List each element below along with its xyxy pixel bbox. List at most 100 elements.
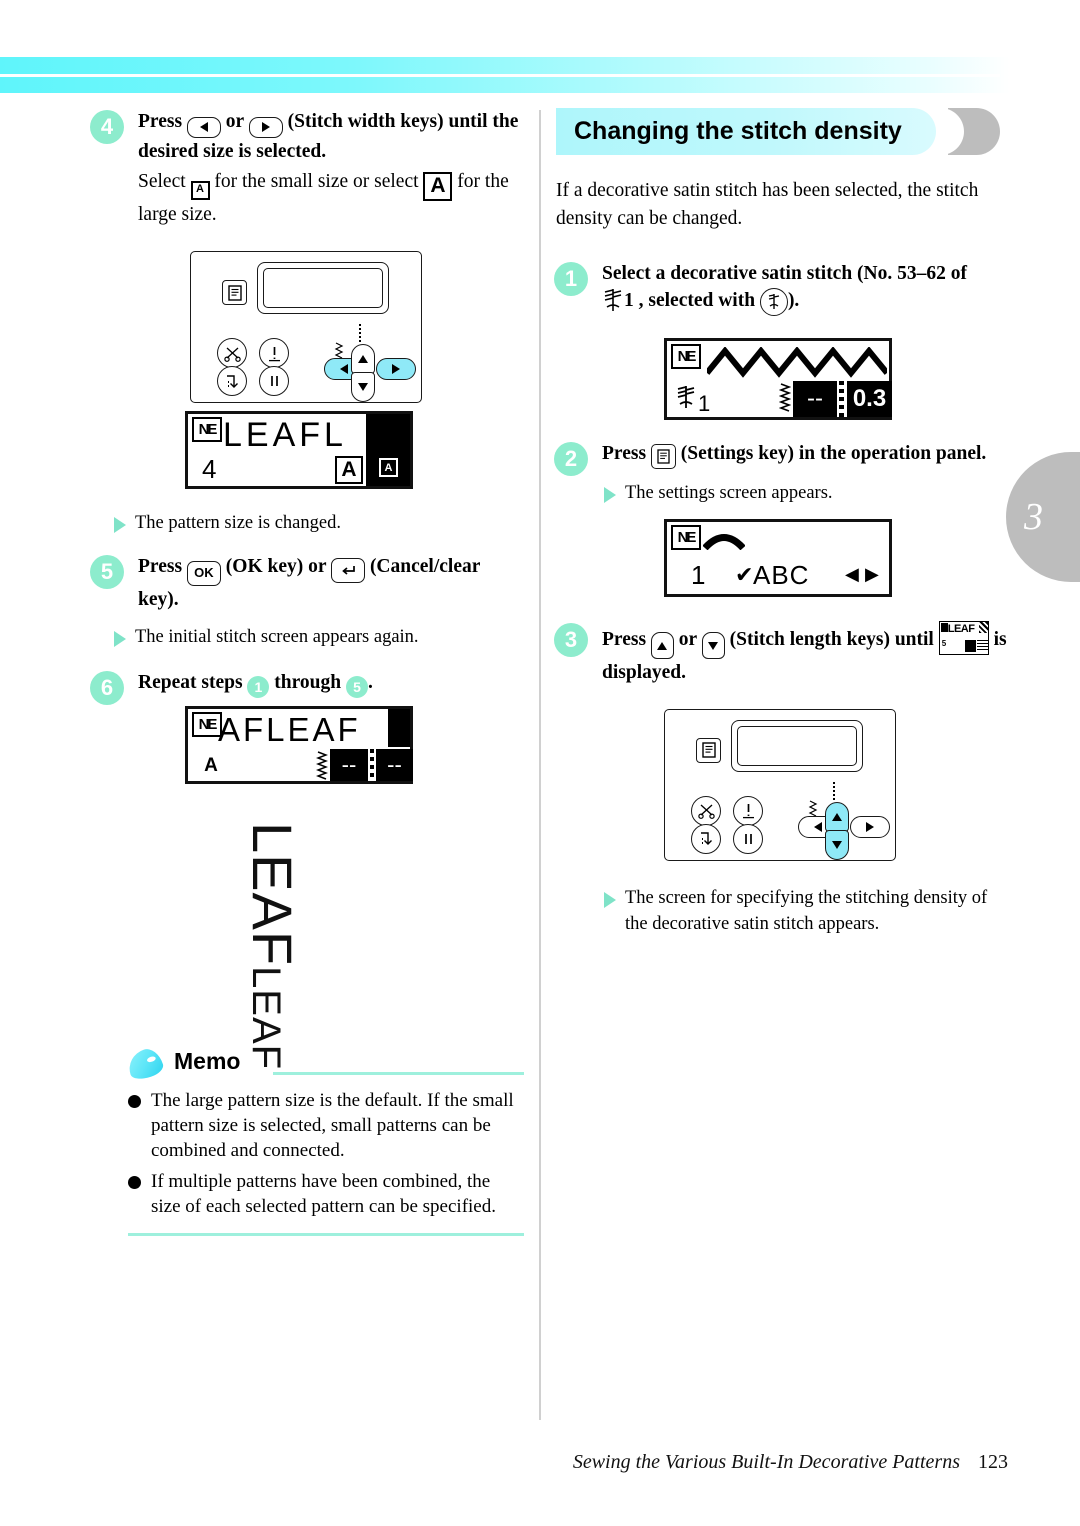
step-6-badge: 6 bbox=[90, 671, 124, 706]
satin-stitch-icon bbox=[604, 289, 622, 312]
step-1-line2-end: ). bbox=[787, 290, 800, 312]
memo-bottom-rule bbox=[128, 1233, 524, 1237]
settings-key-icon-inline[interactable] bbox=[650, 443, 676, 469]
stitch-width-increase-key[interactable] bbox=[376, 358, 416, 381]
lcd-r2-check-icon: ✔ bbox=[735, 561, 754, 587]
step-1-badge: 1 bbox=[554, 261, 588, 296]
result-triangle-icon bbox=[114, 517, 126, 534]
step-5-prefix: Press bbox=[138, 556, 183, 578]
step-1-heading: Select a decorative satin stitch (No. 53… bbox=[602, 260, 1008, 322]
memo-item-text: If multiple patterns have been combined,… bbox=[151, 1171, 496, 1218]
lcd-r1-density-icon bbox=[778, 383, 792, 420]
step-4-body-prefix: Select bbox=[138, 171, 186, 193]
step-3: 3 Press or (Stitch length keys) until LE… bbox=[554, 620, 1008, 687]
step-2-suffix: (Settings key) in the operation panel. bbox=[680, 442, 987, 464]
step-2: 2 Press (Settings key) in the operation … bbox=[554, 440, 1008, 476]
right-column: Changing the stitch density If a decorat… bbox=[554, 108, 1008, 938]
lcd-r2-mode-badge: NE bbox=[671, 524, 701, 550]
stitch-length-increase-key-2[interactable] bbox=[825, 801, 849, 832]
step-5-mid1: (OK key) or bbox=[225, 556, 327, 578]
lcd-screen-settings: NE 1 ✔ ABC ◀ ▶ bbox=[664, 518, 892, 597]
decorative-stitch-key-icon[interactable] bbox=[759, 287, 788, 316]
column-divider bbox=[539, 110, 541, 1420]
thread-cutter-button[interactable] bbox=[217, 338, 247, 369]
step-6-prefix: Repeat steps bbox=[138, 672, 243, 694]
stitch-length-down-key-icon[interactable] bbox=[701, 632, 725, 660]
satin-stitch-icon-small bbox=[677, 385, 695, 408]
step-1-stitch-group: 1 bbox=[624, 290, 634, 312]
stitch-length-increase-key[interactable] bbox=[351, 344, 375, 375]
step-6-mid: through bbox=[274, 672, 342, 694]
zigzag-icon-2 bbox=[315, 751, 329, 781]
lcd-r2-setting-number: 1 bbox=[691, 559, 706, 590]
result-settings-screen: The settings screen appears. bbox=[604, 481, 1008, 507]
reinforcement-stitch-button[interactable] bbox=[259, 366, 289, 397]
step-2-prefix: Press bbox=[602, 442, 647, 464]
lcd-screen-satin-stitch: NE 1 -- 0.3 bbox=[664, 337, 892, 420]
stitch-width-increase-key-2[interactable] bbox=[850, 815, 890, 838]
lcd-r1-separator bbox=[839, 380, 844, 417]
lcd2-zigzag-icon bbox=[315, 751, 329, 786]
settings-key-icon[interactable] bbox=[222, 280, 247, 306]
step-4-heading-prefix: Press bbox=[138, 111, 183, 132]
step-1-line1: Select a decorative satin stitch (No. 53… bbox=[602, 262, 968, 284]
scissors-icon bbox=[223, 347, 241, 362]
large-size-glyph-icon: A bbox=[423, 171, 453, 201]
step-2-badge: 2 bbox=[554, 441, 588, 476]
reinforcement-stitch-icon-2 bbox=[744, 833, 752, 844]
stitch-width-right-arrow-icon[interactable] bbox=[248, 116, 283, 138]
reinforcement-stitch-button-2[interactable] bbox=[733, 823, 763, 854]
memo-title: Memo bbox=[174, 1048, 241, 1074]
memo-list-item: The large pattern size is the default. I… bbox=[128, 1088, 524, 1163]
needle-position-button-2[interactable] bbox=[733, 795, 763, 826]
result-text: The pattern size is changed. bbox=[135, 513, 341, 534]
step-6-heading: Repeat steps 1 through 5. bbox=[138, 669, 520, 699]
result-text-2: The initial stitch screen appears again. bbox=[135, 627, 419, 648]
reverse-stitch-button-2[interactable] bbox=[691, 823, 721, 854]
lcd-r1-value-dash: -- bbox=[793, 380, 837, 417]
stitch-width-left-arrow-icon[interactable] bbox=[186, 116, 221, 138]
section-intro: If a decorative satin stitch has been se… bbox=[556, 180, 979, 230]
lcd2-value-right: -- bbox=[376, 749, 413, 782]
lcd-r2-left-arrow-icon[interactable]: ◀ bbox=[845, 564, 859, 585]
thread-cutter-button-2[interactable] bbox=[691, 795, 721, 826]
lcd-r1-density-value: 0.3 bbox=[847, 380, 892, 417]
document-icon-3 bbox=[701, 742, 716, 759]
step-4: 4 Press or (Stitch width keys) until the… bbox=[90, 108, 520, 229]
step-6-period: . bbox=[368, 672, 373, 694]
return-arrow-icon bbox=[342, 566, 355, 575]
sample-text-large: LEAF bbox=[241, 822, 304, 967]
stitched-sample-illustration: LEAFLEAF bbox=[241, 818, 360, 1070]
lcd2-top-right-inverse bbox=[388, 709, 410, 748]
mini-lcd-badge bbox=[940, 622, 948, 632]
scissors-icon-2 bbox=[697, 805, 715, 820]
zigzag-icon-3 bbox=[778, 383, 792, 412]
step-4-badge: 4 bbox=[90, 110, 124, 144]
lcd-pattern-text: LEAFL bbox=[223, 416, 347, 455]
step-4-body-middle: for the small size or select bbox=[214, 171, 419, 193]
stitch-length-decrease-key[interactable] bbox=[351, 372, 375, 403]
mini-lcd-text: LEAF bbox=[947, 622, 975, 635]
result-density-screen: The screen for specifying the stitching … bbox=[604, 886, 1008, 938]
cancel-clear-key-icon[interactable] bbox=[331, 558, 366, 584]
result-initial-screen: The initial stitch screen appears again. bbox=[114, 625, 520, 651]
needle-position-button[interactable] bbox=[259, 338, 289, 369]
lcd-r2-right-arrow-icon[interactable]: ▶ bbox=[865, 564, 879, 585]
memo-top-rule bbox=[273, 1072, 524, 1075]
document-icon-2 bbox=[657, 449, 670, 464]
reverse-stitch-button[interactable] bbox=[217, 366, 247, 397]
footer-title: Sewing the Various Built-In Decorative P… bbox=[572, 1451, 960, 1473]
ok-key-icon[interactable]: OK bbox=[186, 560, 221, 586]
stitch-length-decrease-key-2[interactable] bbox=[825, 829, 849, 860]
mini-lcd-inverse bbox=[964, 639, 976, 652]
step-3-or: or bbox=[678, 628, 697, 650]
step-5: 5 Press OK (OK key) or (Cancel/clear key… bbox=[90, 553, 520, 613]
lcd-screen-pattern-size: NE LEAFL 4 A A bbox=[185, 411, 413, 490]
step-3-mid: (Stitch length keys) until bbox=[729, 628, 934, 650]
settings-key-icon-2[interactable] bbox=[696, 737, 721, 763]
stitch-length-up-key-icon[interactable] bbox=[650, 632, 674, 660]
stitch-length-indicator-dots-2 bbox=[833, 781, 835, 800]
lcd-mode-badge: NE bbox=[192, 417, 222, 443]
lcd2-separator bbox=[370, 749, 374, 782]
step-3-badge: 3 bbox=[554, 622, 588, 657]
